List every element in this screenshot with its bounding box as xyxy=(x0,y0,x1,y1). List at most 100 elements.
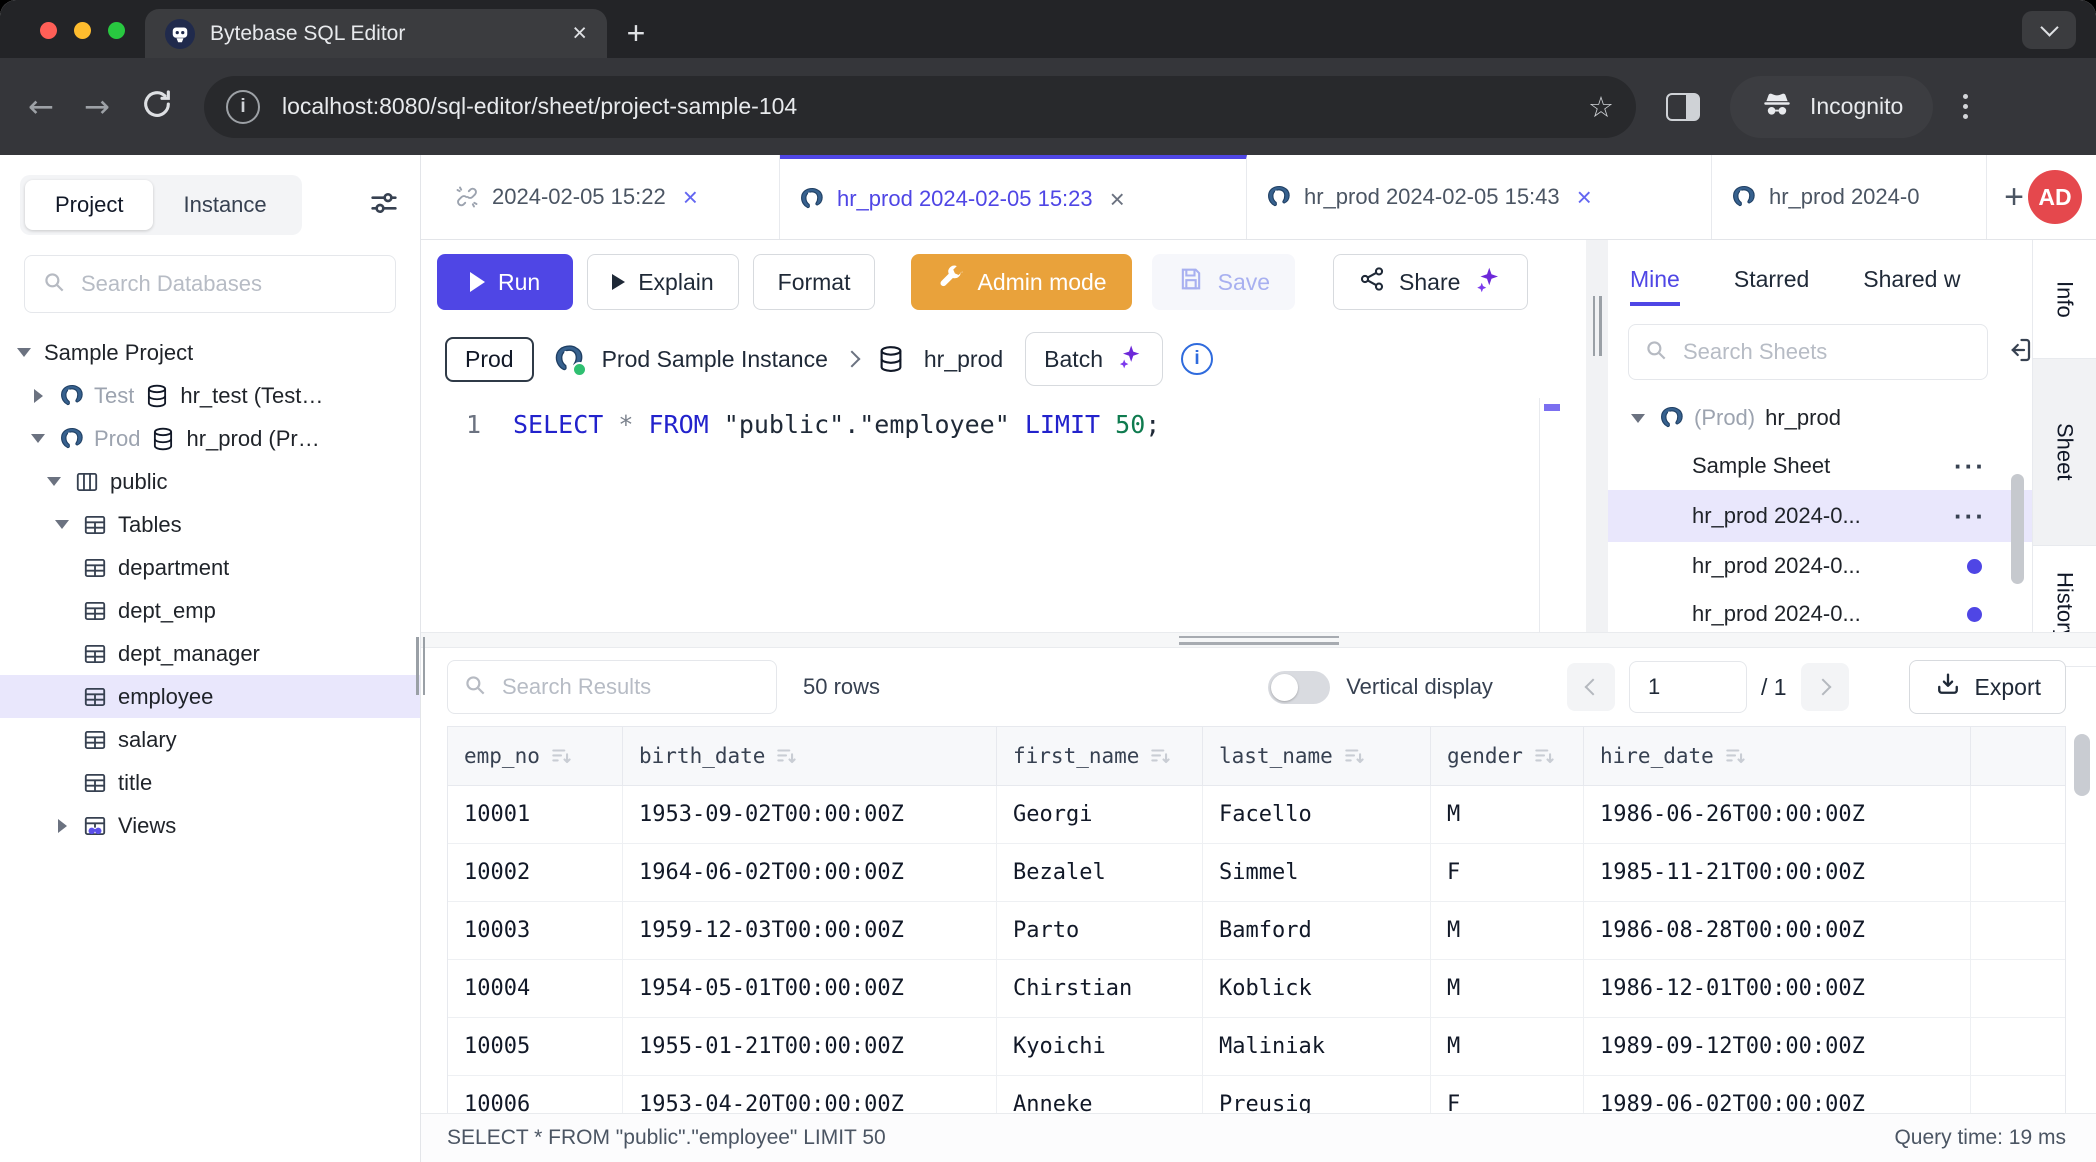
column-header-birth-date[interactable]: birth_date xyxy=(623,727,997,785)
sort-icon[interactable] xyxy=(1724,745,1746,767)
database-search[interactable] xyxy=(24,255,396,313)
tree-item-employee[interactable]: employee xyxy=(0,675,420,718)
tree-item-public[interactable]: public xyxy=(0,460,420,503)
column-header-gender[interactable]: gender xyxy=(1431,727,1584,785)
vertical-splitter[interactable] xyxy=(1586,240,1608,632)
table-row[interactable]: 100051955-01-21T00:00:00ZKyoichiMaliniak… xyxy=(448,1018,2065,1076)
tree-item-title[interactable]: title xyxy=(0,761,420,804)
table-row[interactable]: 100061953-04-20T00:00:00ZAnnekePreusigF1… xyxy=(448,1076,2065,1113)
search-sheets-input[interactable] xyxy=(1681,338,1973,366)
editor-scrollbar[interactable] xyxy=(1539,398,1564,632)
table-row[interactable]: 100011953-09-02T00:00:00ZGeorgiFacelloM1… xyxy=(448,786,2065,844)
sidebar-resize-handle[interactable] xyxy=(416,637,425,695)
tab-search-button[interactable] xyxy=(2022,11,2076,49)
avatar[interactable]: AD xyxy=(2028,170,2082,224)
table-row[interactable]: 100031959-12-03T00:00:00ZPartoBamfordM19… xyxy=(448,902,2065,960)
sort-icon[interactable] xyxy=(1533,745,1555,767)
tab-instance[interactable]: Instance xyxy=(153,180,296,230)
bookmark-star-icon[interactable]: ☆ xyxy=(1588,90,1614,124)
horizontal-splitter[interactable] xyxy=(421,632,2096,648)
results-scrollbar[interactable] xyxy=(2074,734,2090,796)
editor-tab-hr-prod-2024-02-05-15-43[interactable]: hr_prod 2024-02-05 15:43× xyxy=(1247,155,1712,239)
share-button[interactable]: Share xyxy=(1333,254,1528,310)
column-header-last-name[interactable]: last_name xyxy=(1203,727,1431,785)
database-name[interactable]: hr_prod xyxy=(924,346,1003,373)
format-button[interactable]: Format xyxy=(753,254,876,310)
save-button[interactable]: Save xyxy=(1152,254,1295,310)
page-input[interactable] xyxy=(1634,673,1746,701)
close-window-icon[interactable] xyxy=(40,22,57,39)
batch-button[interactable]: Batch xyxy=(1025,332,1163,386)
minimize-window-icon[interactable] xyxy=(74,22,91,39)
tree-item-hr-prod-pr[interactable]: Prodhr_prod (Pr… xyxy=(0,417,420,460)
caret-right-icon[interactable] xyxy=(28,389,48,403)
close-tab-icon[interactable]: × xyxy=(1110,184,1125,215)
caret-down-icon[interactable] xyxy=(28,434,48,443)
sheet-list-scrollbar[interactable] xyxy=(2011,474,2024,584)
browser-menu-icon[interactable] xyxy=(1963,94,1968,119)
url-bar[interactable]: i localhost:8080/sql-editor/sheet/projec… xyxy=(204,76,1636,138)
sheet-search[interactable] xyxy=(1628,324,1988,380)
tree-item-dept-emp[interactable]: dept_emp xyxy=(0,589,420,632)
tab-mine[interactable]: Mine xyxy=(1630,266,1680,293)
tree-item-tables[interactable]: Tables xyxy=(0,503,420,546)
tree-item-dept-manager[interactable]: dept_manager xyxy=(0,632,420,675)
editor-tab-2024-02-05-15-22[interactable]: 2024-02-05 15:22× xyxy=(437,155,780,239)
explain-button[interactable]: Explain xyxy=(587,254,738,310)
run-button[interactable]: Run xyxy=(437,254,573,310)
tree-item-department[interactable]: department xyxy=(0,546,420,589)
more-menu-icon[interactable]: ··· xyxy=(1954,451,1986,482)
window-controls[interactable] xyxy=(40,22,125,39)
caret-down-icon[interactable] xyxy=(1628,414,1648,423)
site-info-icon[interactable]: i xyxy=(226,90,260,124)
filter-settings-icon[interactable] xyxy=(368,187,400,224)
editor-tab-hr-prod-2024-0[interactable]: hr_prod 2024-0 xyxy=(1712,155,1987,239)
rail-tab-sheet[interactable]: Sheet xyxy=(2033,359,2096,546)
editor-tab-hr-prod-2024-02-05-15-23[interactable]: hr_prod 2024-02-05 15:23× xyxy=(780,155,1247,239)
tree-item-views[interactable]: Views xyxy=(0,804,420,847)
page-number-input[interactable] xyxy=(1629,661,1747,713)
caret-down-icon[interactable] xyxy=(14,348,34,357)
sort-icon[interactable] xyxy=(775,745,797,767)
close-tab-icon[interactable]: × xyxy=(1577,182,1592,213)
instance-name[interactable]: Prod Sample Instance xyxy=(602,346,828,373)
sheet-item-sample-sheet[interactable]: Sample Sheet··· xyxy=(1608,442,2032,490)
admin-mode-button[interactable]: Admin mode xyxy=(911,254,1131,310)
column-header-emp-no[interactable]: emp_no xyxy=(448,727,623,785)
back-icon[interactable]: ← xyxy=(28,89,54,125)
search-databases-input[interactable] xyxy=(79,270,379,298)
environment-chip[interactable]: Prod xyxy=(445,337,534,382)
sort-icon[interactable] xyxy=(1343,745,1365,767)
close-tab-icon[interactable]: × xyxy=(683,182,698,213)
vertical-display-toggle[interactable] xyxy=(1268,671,1330,704)
tab-shared[interactable]: Shared w xyxy=(1863,266,1960,293)
tab-project[interactable]: Project xyxy=(25,180,153,230)
table-row[interactable]: 100041954-05-01T00:00:00ZChirstianKoblic… xyxy=(448,960,2065,1018)
prev-page-button[interactable] xyxy=(1567,663,1615,711)
ai-sparkle-icon[interactable] xyxy=(1473,264,1503,300)
tree-item-sample-project[interactable]: Sample Project xyxy=(0,331,420,374)
forward-icon[interactable]: → xyxy=(84,89,110,125)
new-tab-button[interactable]: + xyxy=(607,9,665,58)
tree-item-salary[interactable]: salary xyxy=(0,718,420,761)
browser-tab[interactable]: Bytebase SQL Editor × xyxy=(145,9,607,58)
sheet-item-hr-prod-2024-0[interactable]: hr_prod 2024-0... xyxy=(1608,590,2032,632)
caret-right-icon[interactable] xyxy=(52,819,72,833)
sort-icon[interactable] xyxy=(1149,745,1171,767)
sheet-item-hr-prod-2024-0[interactable]: hr_prod 2024-0...··· xyxy=(1608,490,2032,542)
maximize-window-icon[interactable] xyxy=(108,22,125,39)
rail-tab-info[interactable]: Info xyxy=(2033,240,2096,359)
column-header-hire-date[interactable]: hire_date xyxy=(1584,727,1971,785)
export-button[interactable]: Export xyxy=(1909,660,2066,714)
next-page-button[interactable] xyxy=(1801,663,1849,711)
search-results-input[interactable] xyxy=(500,673,762,701)
close-tab-icon[interactable]: × xyxy=(572,19,587,48)
caret-down-icon[interactable] xyxy=(52,520,72,529)
column-header-first-name[interactable]: first_name xyxy=(997,727,1203,785)
tree-item-hr-test-test[interactable]: Testhr_test (Test… xyxy=(0,374,420,417)
tab-starred[interactable]: Starred xyxy=(1734,266,1809,293)
connection-info-icon[interactable]: i xyxy=(1181,343,1213,375)
table-row[interactable]: 100021964-06-02T00:00:00ZBezalelSimmelF1… xyxy=(448,844,2065,902)
sheet-item-hr-prod-2024-0[interactable]: hr_prod 2024-0... xyxy=(1608,542,2032,590)
side-panel-icon[interactable] xyxy=(1666,93,1700,121)
